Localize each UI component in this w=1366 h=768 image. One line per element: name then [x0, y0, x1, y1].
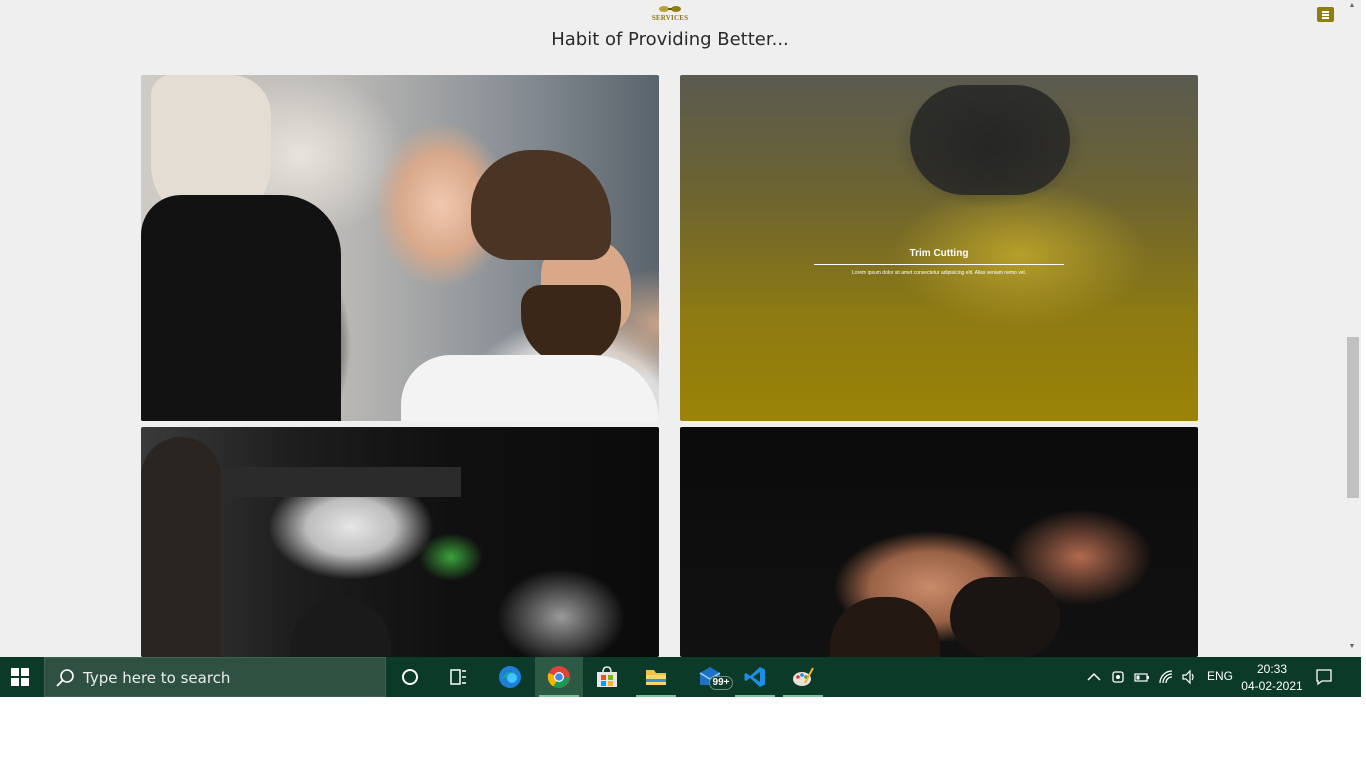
photo-shape [291, 597, 391, 657]
input-language[interactable]: ENG [1207, 669, 1233, 683]
wifi-icon[interactable] [1158, 669, 1174, 685]
paint-icon [793, 667, 814, 686]
service-card-trim-cutting[interactable]: Trim Cutting Lorem ipsum dolor sit amet … [680, 75, 1198, 421]
card-divider [814, 264, 1064, 265]
hamburger-menu-button[interactable] [1317, 7, 1334, 22]
taskbar-clock[interactable]: 20:33 04-02-2021 [1240, 661, 1304, 695]
scrollbar-thumb[interactable] [1347, 337, 1359, 498]
start-button[interactable] [0, 657, 40, 697]
hamburger-line [1322, 17, 1329, 19]
taskbar-search-box[interactable]: Type here to search [44, 657, 386, 697]
store-button[interactable] [583, 657, 631, 697]
scissors-logo-icon [659, 6, 681, 12]
action-center-icon[interactable] [1314, 667, 1334, 687]
clock-date: 04-02-2021 [1241, 679, 1303, 693]
scroll-up-arrow-icon[interactable]: ▲ [1347, 2, 1357, 10]
scrollbar-track[interactable] [1344, 0, 1361, 657]
search-placeholder: Type here to search [83, 669, 231, 687]
window-edge [1361, 657, 1366, 697]
battery-icon[interactable] [1134, 669, 1150, 685]
task-view-icon [450, 669, 466, 685]
service-card-hair-wash[interactable] [680, 427, 1198, 657]
paint-button[interactable] [779, 657, 827, 697]
photo-shape [401, 355, 659, 421]
logo-text: SERVICES [651, 14, 689, 22]
browser-viewport: SERVICES Habit of Providing Better... Tr… [0, 0, 1366, 657]
mail-unread-badge: 99+ [709, 676, 733, 690]
clock-time: 20:33 [1256, 662, 1288, 676]
window-edge [1361, 0, 1366, 657]
edge-icon [499, 666, 521, 688]
meet-now-icon[interactable] [1110, 669, 1126, 685]
chrome-button[interactable] [535, 657, 583, 697]
service-card-haircut[interactable] [141, 75, 659, 421]
photo-shape [471, 150, 611, 260]
store-icon [597, 666, 617, 687]
edge-button[interactable] [486, 657, 534, 697]
vscode-icon [744, 667, 765, 687]
photo-shape [211, 467, 461, 497]
windows-taskbar: Type here to search 99+ ENG 20:33 04-02-… [0, 657, 1366, 697]
task-view-button[interactable] [434, 657, 482, 697]
windows-logo-icon [11, 668, 29, 686]
photo-shape [521, 285, 621, 365]
card-description: Lorem ipsum dolor sit amet consectetur a… [852, 270, 1026, 276]
volume-icon[interactable] [1181, 669, 1197, 685]
scroll-down-arrow-icon[interactable]: ▼ [1347, 643, 1357, 651]
services-logo: SERVICES [650, 4, 690, 22]
mail-button[interactable]: 99+ [686, 657, 734, 697]
chrome-icon [547, 666, 570, 688]
photo-shape [141, 437, 221, 657]
photo-shape [830, 597, 940, 657]
chevron-up-icon[interactable] [1086, 669, 1102, 685]
hamburger-line [1322, 14, 1329, 16]
card-title: Trim Cutting [909, 248, 969, 259]
photo-shape [141, 195, 341, 421]
hamburger-menu-icon [1322, 11, 1329, 13]
cortana-button[interactable] [386, 657, 434, 697]
search-icon [56, 669, 74, 687]
service-card-spray[interactable] [141, 427, 659, 657]
file-explorer-icon [646, 670, 666, 685]
photo-shape [910, 85, 1070, 195]
blank-area [0, 697, 1366, 768]
file-explorer-button[interactable] [632, 657, 680, 697]
section-title: Habit of Providing Better... [551, 29, 789, 50]
vscode-button[interactable] [731, 657, 779, 697]
photo-shape [950, 577, 1060, 657]
cortana-icon [402, 669, 418, 685]
